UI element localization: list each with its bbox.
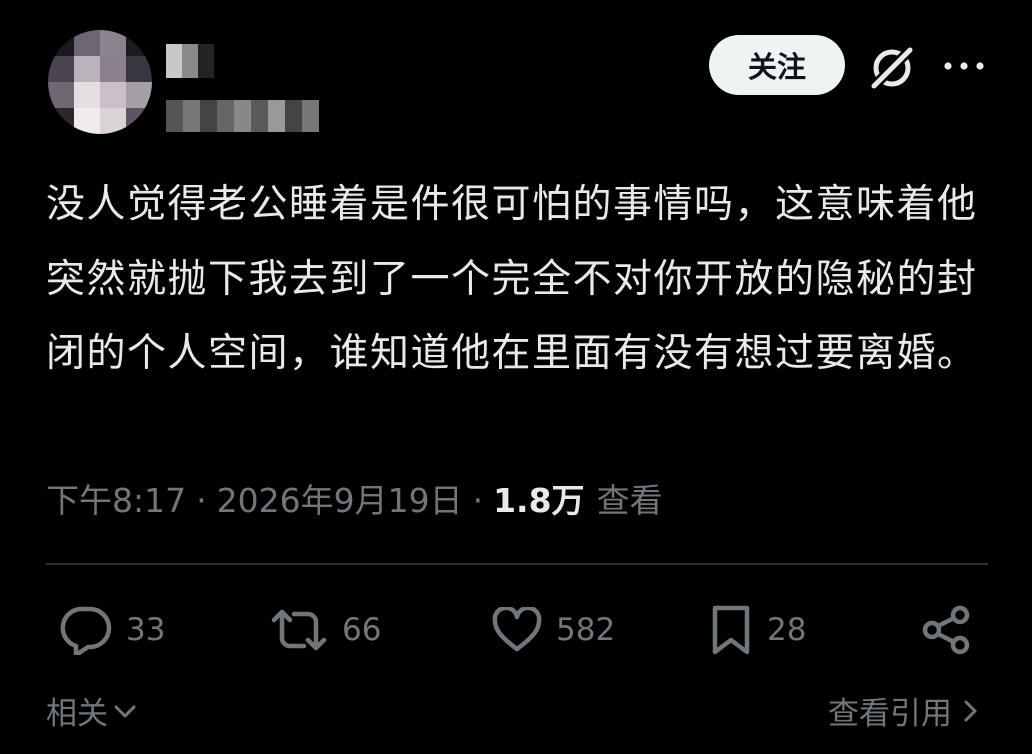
chevron-right-icon (964, 700, 977, 721)
reply-button[interactable]: 33 (58, 600, 165, 660)
view-quotes-link[interactable]: 查看引用 (828, 688, 980, 733)
like-count: 582 (556, 612, 616, 648)
more-icon[interactable] (942, 56, 986, 76)
display-name-blurred[interactable] (166, 44, 214, 78)
post-text: 没人觉得老公睡着是件很可怕的事情吗，这意味着他突然就抛下我去到了一个完全不对你开… (46, 182, 978, 376)
post-time[interactable]: 下午8:17 (46, 474, 186, 522)
follow-button[interactable]: 关注 (709, 35, 845, 95)
related-label: 相关 (46, 696, 108, 732)
bookmark-count: 28 (767, 612, 807, 648)
handle-blurred (166, 100, 319, 132)
heart-icon (492, 607, 542, 652)
views-label: 查看 (596, 481, 663, 520)
related-toggle[interactable]: 相关 (46, 688, 138, 733)
divider (46, 563, 988, 565)
view-quotes-label: 查看引用 (828, 696, 952, 732)
grok-icon[interactable] (866, 42, 918, 94)
reply-count: 33 (126, 612, 166, 648)
share-button[interactable] (920, 600, 972, 660)
views-count: 1.8万 (493, 481, 585, 520)
bookmark-button[interactable]: 28 (709, 600, 806, 660)
chevron-down-icon (114, 705, 136, 717)
post-date[interactable]: 2026年9月19日 (217, 474, 463, 522)
repost-count: 66 (342, 612, 382, 648)
repost-button[interactable]: 66 (270, 600, 381, 660)
bookmark-icon (712, 605, 750, 655)
meta-separator: · (472, 481, 484, 520)
meta-separator: · (196, 481, 207, 520)
like-button[interactable]: 582 (492, 600, 615, 660)
post-meta: 下午8:17 · 2026年9月19日 · 1.8万 查看 (46, 474, 663, 522)
share-icon (922, 605, 970, 655)
reply-icon (60, 606, 112, 655)
repost-icon (271, 609, 327, 651)
avatar[interactable] (48, 30, 152, 134)
